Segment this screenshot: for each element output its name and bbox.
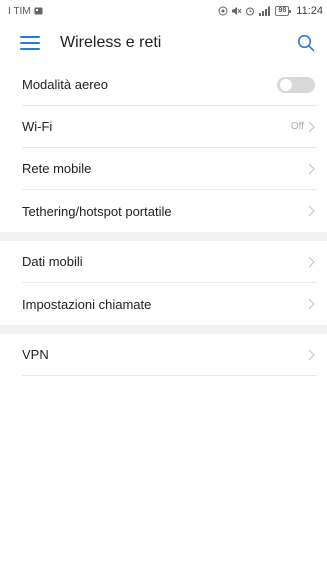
- app-bar: Wireless e reti: [0, 22, 327, 64]
- section-divider: [0, 232, 327, 241]
- mobile-data-row[interactable]: Dati mobili: [22, 241, 317, 283]
- mute-icon: [231, 6, 242, 16]
- settings-screen: I TIM 98 11:24 Wireless e reti Modalità …: [0, 0, 327, 587]
- status-time: 11:24: [296, 5, 323, 17]
- airplane-mode-toggle[interactable]: [277, 76, 315, 93]
- wifi-row-right: Off: [291, 121, 315, 133]
- wifi-row[interactable]: Wi-Fi Off: [22, 106, 317, 148]
- carrier-name: I TIM: [8, 5, 31, 17]
- nfc-icon: [218, 6, 228, 16]
- settings-section-2: Dati mobili Impostazioni chiamate: [0, 241, 327, 325]
- tethering-hotspot-label: Tethering/hotspot portatile: [22, 203, 172, 219]
- wifi-label: Wi-Fi: [22, 119, 53, 134]
- status-left: I TIM: [8, 6, 43, 17]
- alarm-icon: [245, 6, 255, 16]
- section-divider: [0, 325, 327, 334]
- mobile-network-row[interactable]: Rete mobile: [22, 148, 317, 190]
- wifi-status: Off: [290, 121, 304, 132]
- notification-icon: [34, 7, 43, 15]
- page-title: Wireless e reti: [60, 34, 162, 51]
- chevron-right-icon: [308, 349, 315, 361]
- airplane-mode-row[interactable]: Modalità aereo: [22, 64, 317, 106]
- app-bar-left: Wireless e reti: [20, 34, 161, 52]
- signal-icon: [258, 6, 272, 16]
- tethering-hotspot-row[interactable]: Tethering/hotspot portatile: [22, 190, 317, 232]
- search-icon[interactable]: [297, 34, 315, 52]
- chevron-right-icon: [308, 163, 315, 175]
- chevron-right-icon: [308, 298, 315, 310]
- mobile-data-label: Dati mobili: [22, 254, 83, 269]
- chevron-right-icon: [308, 205, 315, 217]
- toggle-knob: [280, 78, 292, 91]
- call-settings-row[interactable]: Impostazioni chiamate: [22, 283, 317, 325]
- settings-section-3: VPN: [0, 334, 327, 376]
- status-bar: I TIM 98 11:24: [0, 0, 327, 22]
- chevron-right-icon: [308, 256, 315, 268]
- vpn-row[interactable]: VPN: [22, 334, 317, 376]
- call-settings-label: Impostazioni chiamate: [22, 296, 152, 312]
- menu-icon[interactable]: [20, 36, 40, 50]
- vpn-label: VPN: [22, 347, 49, 362]
- status-right: 98 11:24: [218, 5, 323, 17]
- settings-section-1: Modalità aereo Wi-Fi Off Rete mobile Tet…: [0, 64, 327, 232]
- chevron-right-icon: [308, 121, 315, 133]
- battery-indicator: 98: [275, 6, 292, 16]
- airplane-mode-label: Modalità aereo: [22, 77, 108, 92]
- mobile-network-label: Rete mobile: [22, 161, 92, 176]
